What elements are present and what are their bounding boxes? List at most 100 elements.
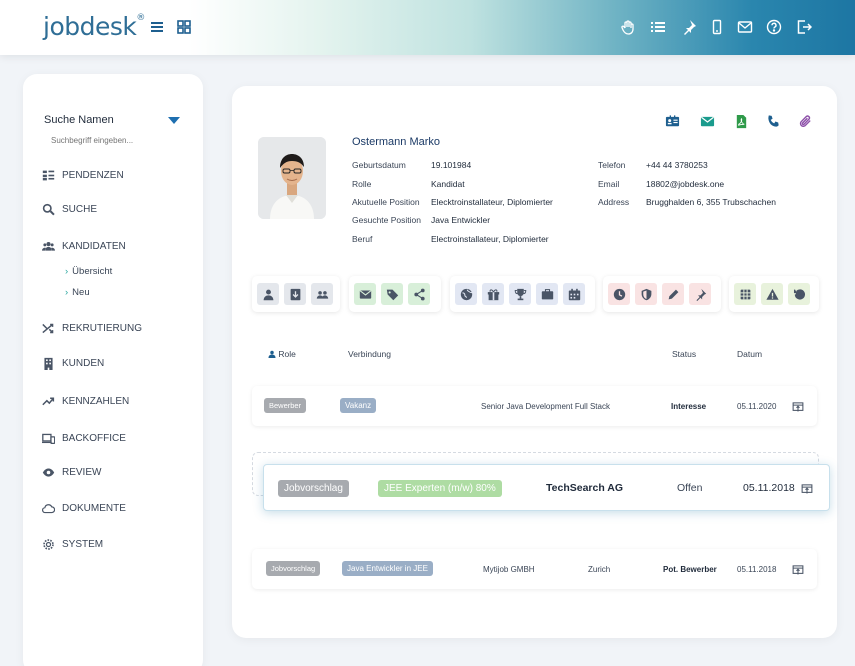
logout-icon[interactable] [795,18,813,36]
field-label: Gesuchte Position [352,215,421,225]
pin-icon[interactable] [689,283,711,305]
clock-icon[interactable] [608,283,630,305]
chevron-down-icon[interactable] [168,117,180,124]
connection-badge[interactable]: JEE Experten (m/w) 80% [378,480,502,497]
avatar [258,137,326,219]
history-icon[interactable] [788,283,810,305]
briefcase-icon[interactable] [536,283,558,305]
field-label: Beruf [352,234,373,244]
phone-icon[interactable] [765,113,781,129]
mobile-icon[interactable] [708,18,726,36]
candidate-name: Ostermann Marko [352,136,441,148]
calendar-icon[interactable] [563,283,585,305]
download-icon[interactable] [284,283,306,305]
pin-icon[interactable] [680,18,698,36]
trophy-icon[interactable] [509,283,531,305]
person-icon[interactable] [257,283,279,305]
attachment-icon[interactable] [797,113,813,129]
sidebar-item-kandidaten[interactable]: KANDIDATEN [42,240,126,253]
mail-icon[interactable] [354,283,376,305]
date-value: 05.11.2018 [743,482,795,494]
dragged-table-row[interactable]: Jobvorschlag JEE Experten (m/w) 80% Tech… [263,464,830,511]
status-value: Offen [677,482,703,494]
phone-value[interactable]: +44 44 3780253 [646,160,708,170]
edit-icon[interactable] [662,283,684,305]
open-detail-icon[interactable] [801,482,813,494]
address-value: Brugghalden 6, 355 Trubschachen [646,197,776,207]
search-input[interactable] [51,136,181,145]
hamburger-menu-icon[interactable] [148,18,166,36]
sidebar-item-label: PENDENZEN [62,170,124,181]
shield-icon[interactable] [635,283,657,305]
sidebar: Suche Namen PENDENZEN SUCHE KANDIDATEN ›… [23,74,203,666]
connection-badge[interactable]: Vakanz [340,398,377,413]
warning-icon[interactable] [761,283,783,305]
sidebar-item-label: REKRUTIERUNG [62,323,143,334]
sidebar-item-review[interactable]: REVIEW [42,466,101,479]
pdf-icon[interactable] [733,113,749,129]
toolbar-group-person [252,276,340,312]
hand-icon[interactable] [619,18,637,36]
sidebar-subitem-neu[interactable]: › Neu [65,287,90,298]
field-value: Elecktroinstallateur, Diplomierter [431,197,553,207]
position-title: Senior Java Development Full Stack [481,402,610,411]
sidebar-item-label: SUCHE [62,204,98,215]
sidebar-item-backoffice[interactable]: BACKOFFICE [42,432,126,445]
column-header-status[interactable]: Status [672,349,696,359]
open-detail-icon[interactable] [792,563,804,575]
sidebar-item-label: SYSTEM [62,539,104,550]
person-icon [268,350,276,358]
devices-icon [42,433,55,444]
column-header-verbindung[interactable]: Verbindung [348,349,391,359]
company-name: Mytijob GMBH [483,565,535,574]
sidebar-item-suche[interactable]: SUCHE [42,203,97,216]
date-value: 05.11.2020 [737,402,777,411]
sidebar-item-dokumente[interactable]: DOKUMENTE [42,502,126,515]
id-card-icon[interactable] [664,113,680,129]
sidebar-item-system[interactable]: SYSTEM [42,538,103,551]
search-icon [42,203,55,216]
gear-icon [43,539,54,550]
search-names-title: Suche Namen [44,114,114,126]
list-icon[interactable] [649,18,667,36]
toolbar-group-career [450,276,595,312]
grid-view-icon[interactable] [175,18,193,36]
table-row[interactable]: Bewerber Vakanz Senior Java Development … [252,386,817,426]
field-label: Akutuelle Position [352,197,420,207]
connection-badge[interactable]: Java Entwickler in JEE [342,561,433,576]
main-panel: Ostermann Marko Geburtsdatum 19.101984 R… [232,86,837,638]
sidebar-item-label: KENNZAHLEN [62,396,130,407]
tag-icon[interactable] [381,283,403,305]
app-logo[interactable]: jobdesk® [43,12,145,41]
mail-icon[interactable] [736,18,754,36]
column-header-role[interactable]: Role [268,349,296,359]
open-detail-icon[interactable] [792,400,804,412]
trend-icon [42,397,55,406]
sidebar-item-label: BACKOFFICE [62,433,126,444]
field-value: Java Entwickler [431,215,491,225]
column-header-datum[interactable]: Datum [737,349,762,359]
field-value: Kandidat [431,179,465,189]
globe-icon[interactable] [455,283,477,305]
gift-icon[interactable] [482,283,504,305]
email-value[interactable]: 18802@jobdesk.one [646,179,724,189]
help-icon[interactable] [765,18,783,36]
contact-label: Email [598,179,620,189]
table-icon[interactable] [734,283,756,305]
shuffle-icon [42,323,54,334]
toolbar-group-communication [349,276,441,312]
sidebar-subitem-uebersicht[interactable]: › Übersicht [65,266,112,277]
contact-label: Address [598,197,630,207]
email-icon[interactable] [699,113,715,129]
cloud-icon [42,504,55,514]
toolbar-group-status [603,276,721,312]
status-value: Pot. Bewerber [663,565,717,574]
group-icon[interactable] [311,283,333,305]
field-value: Electroinstallateur, Diplomierter [431,234,549,244]
sidebar-item-kunden[interactable]: KUNDEN [42,357,104,370]
share-icon[interactable] [408,283,430,305]
sidebar-item-kennzahlen[interactable]: KENNZAHLEN [42,395,129,408]
table-row[interactable]: Jobvorschlag Java Entwickler in JEE Myti… [252,549,817,589]
sidebar-item-rekrutierung[interactable]: REKRUTIERUNG [42,322,142,335]
sidebar-item-pendenzen[interactable]: PENDENZEN [42,169,124,182]
